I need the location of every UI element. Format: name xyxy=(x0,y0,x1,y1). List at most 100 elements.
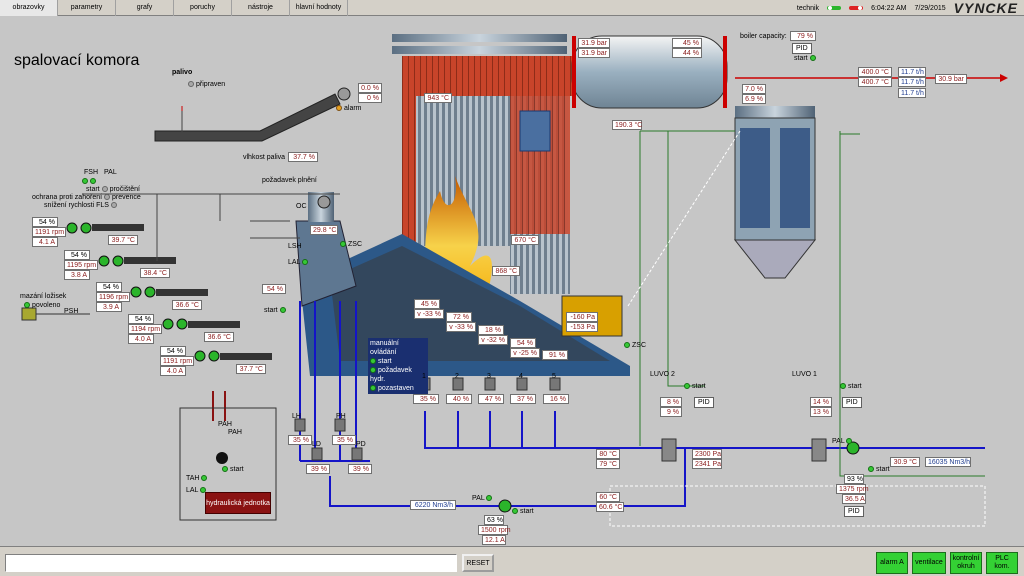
capacity-pid-button[interactable]: PID xyxy=(792,43,812,54)
eco-pct-2: 6.9 % xyxy=(742,94,766,104)
luvo2-v1: 8 % xyxy=(660,397,682,407)
menu-grafy[interactable]: grafy xyxy=(116,0,174,16)
luvo1-pid-button[interactable]: PID xyxy=(842,397,862,408)
luvo2-label: LUVO 2 xyxy=(650,371,675,378)
luvo2-v2: 9 % xyxy=(660,407,682,417)
secondary-fan-icon[interactable] xyxy=(498,499,512,513)
manual-pozastaven: pozastaven xyxy=(370,384,426,393)
damper-4-value[interactable]: 37 % xyxy=(510,394,536,404)
damper-3-value[interactable]: 47 % xyxy=(478,394,504,404)
damper-1-value[interactable]: 35 % xyxy=(413,394,439,404)
zsc-label-2: ZSC xyxy=(624,341,646,350)
menu-parametry[interactable]: parametry xyxy=(58,0,116,16)
sec-start: start xyxy=(512,507,534,516)
fan-pid-button[interactable]: PID xyxy=(844,506,864,517)
luvo1-v1: 14 % xyxy=(810,397,832,407)
damper-5-value[interactable]: 16 % xyxy=(543,394,569,404)
superheater xyxy=(519,110,551,152)
conveyor-speed-1: 0.0 % xyxy=(358,83,382,93)
screw-4-amp: 4.0 A xyxy=(128,334,154,344)
feed-start: start xyxy=(264,306,288,315)
capacity-start: start xyxy=(794,54,818,63)
pal-dot xyxy=(90,178,96,185)
steam-flow-1: 11.7 t/h xyxy=(898,67,926,77)
luvo1-label: LUVO 1 xyxy=(792,371,817,378)
fsh-label: FSH xyxy=(84,169,98,176)
sec-pal-label: PAL xyxy=(472,494,494,503)
temp-670: 670 °C xyxy=(511,235,539,245)
plc-kom-button[interactable]: PLC kom. xyxy=(986,552,1018,574)
message-field[interactable] xyxy=(5,554,457,572)
fan-start: start xyxy=(868,465,890,474)
pozadavek-label: požadavek plnění xyxy=(262,177,317,184)
screw-4-rpm: 1194 rpm xyxy=(128,324,162,334)
air-pressure-2: 2341 Pa xyxy=(692,459,722,469)
menu-poruchy[interactable]: poruchy xyxy=(174,0,232,16)
hyd-start: start xyxy=(222,465,244,474)
pd-label: PD xyxy=(356,441,366,448)
screw-1-rpm: 1191 rpm xyxy=(32,227,66,237)
alarm-a-button[interactable]: alarm A xyxy=(876,552,908,574)
air-temp-1: 80 °C xyxy=(596,449,620,459)
zone-2-a: 72 % xyxy=(446,312,472,322)
steam-arrow xyxy=(1000,74,1008,82)
fan-pal-label: PAL xyxy=(832,437,854,446)
manual-pozastaven-dot xyxy=(370,385,376,392)
conveyor-motor-icon[interactable] xyxy=(337,87,351,101)
clock-time: 6:04:22 AM xyxy=(871,4,907,12)
menu-hlavni-hodnoty[interactable]: hlavní hodnoty xyxy=(290,0,348,16)
steam-flow-3: 11.7 t/h xyxy=(898,88,926,98)
fsh-dot xyxy=(82,178,88,185)
manual-control-panel[interactable]: manuální ovládání start požadavek hydr. … xyxy=(368,338,428,394)
fuel-conveyor xyxy=(154,93,341,142)
screw-3-rpm: 1196 rpm xyxy=(96,292,130,302)
ld-value[interactable]: 39 % xyxy=(306,464,330,474)
palivo-label: palivo xyxy=(172,69,193,76)
feeder-motor-icon[interactable] xyxy=(317,195,331,209)
lh-label: LH xyxy=(292,413,301,420)
lh-value[interactable]: 35 % xyxy=(288,435,312,445)
flue-dash xyxy=(627,130,741,307)
screw-2-temp: 38.4 °C xyxy=(140,268,170,278)
menu-obrazovky[interactable]: obrazovky xyxy=(0,0,58,16)
screw-1-temp: 39.7 °C xyxy=(108,235,138,245)
oc-value: 29.8 °C xyxy=(310,225,338,235)
lubrication-label: mazání ložisek xyxy=(20,293,67,300)
oc-label: OC xyxy=(296,203,307,210)
screw-3-pct: 54 % xyxy=(96,282,122,292)
reset-button[interactable]: RESET xyxy=(462,554,494,572)
tah-label: TAH xyxy=(186,474,209,483)
luvo2-pid-button[interactable]: PID xyxy=(694,397,714,408)
lubrication-povoleno: povoleno xyxy=(24,301,60,310)
pd-value[interactable]: 39 % xyxy=(348,464,372,474)
sec-flow: 6220 Nm3/h xyxy=(410,500,456,510)
screw-2-rpm: 1195 rpm xyxy=(64,260,98,270)
ld-label: LD xyxy=(312,441,321,448)
feed-start-dot xyxy=(279,307,286,314)
snizeni-row: snížení rychlosti FLS xyxy=(44,201,119,210)
screw-4-temp: 36.6 °C xyxy=(204,332,234,342)
sec-temp-1: 60 °C xyxy=(596,492,620,502)
air-temp-2: 79 °C xyxy=(596,459,620,469)
page-title: spalovací komora xyxy=(14,52,140,69)
boiler-wall-left xyxy=(402,96,416,246)
kontrolni-okruh-button[interactable]: kontrolní okruh xyxy=(950,552,982,574)
manual-pozadavek-dot xyxy=(370,367,376,374)
ventilace-button[interactable]: ventilace xyxy=(912,552,946,574)
sec-amp: 12.1 A xyxy=(482,535,506,545)
hydraulic-unit-button[interactable]: hydraulická jednotka xyxy=(205,492,271,514)
damper-2-value[interactable]: 40 % xyxy=(446,394,472,404)
red-key-icon[interactable] xyxy=(849,4,864,12)
menu-nastroje[interactable]: nástroje xyxy=(232,0,290,16)
green-key-icon[interactable] xyxy=(827,4,842,12)
drum-level-2: 44 % xyxy=(672,48,702,58)
fan-rpm: 1375 rpm xyxy=(836,484,869,494)
start-dot xyxy=(101,186,108,193)
boiler-roof xyxy=(402,56,572,96)
ph-value[interactable]: 35 % xyxy=(332,435,356,445)
luvo1-v2: 13 % xyxy=(810,407,832,417)
header-pipe xyxy=(392,34,567,42)
snizeni-dot xyxy=(110,202,117,209)
damper-5-num: 5 xyxy=(552,373,556,380)
steam-temp-1: 400.0 °C xyxy=(858,67,892,77)
